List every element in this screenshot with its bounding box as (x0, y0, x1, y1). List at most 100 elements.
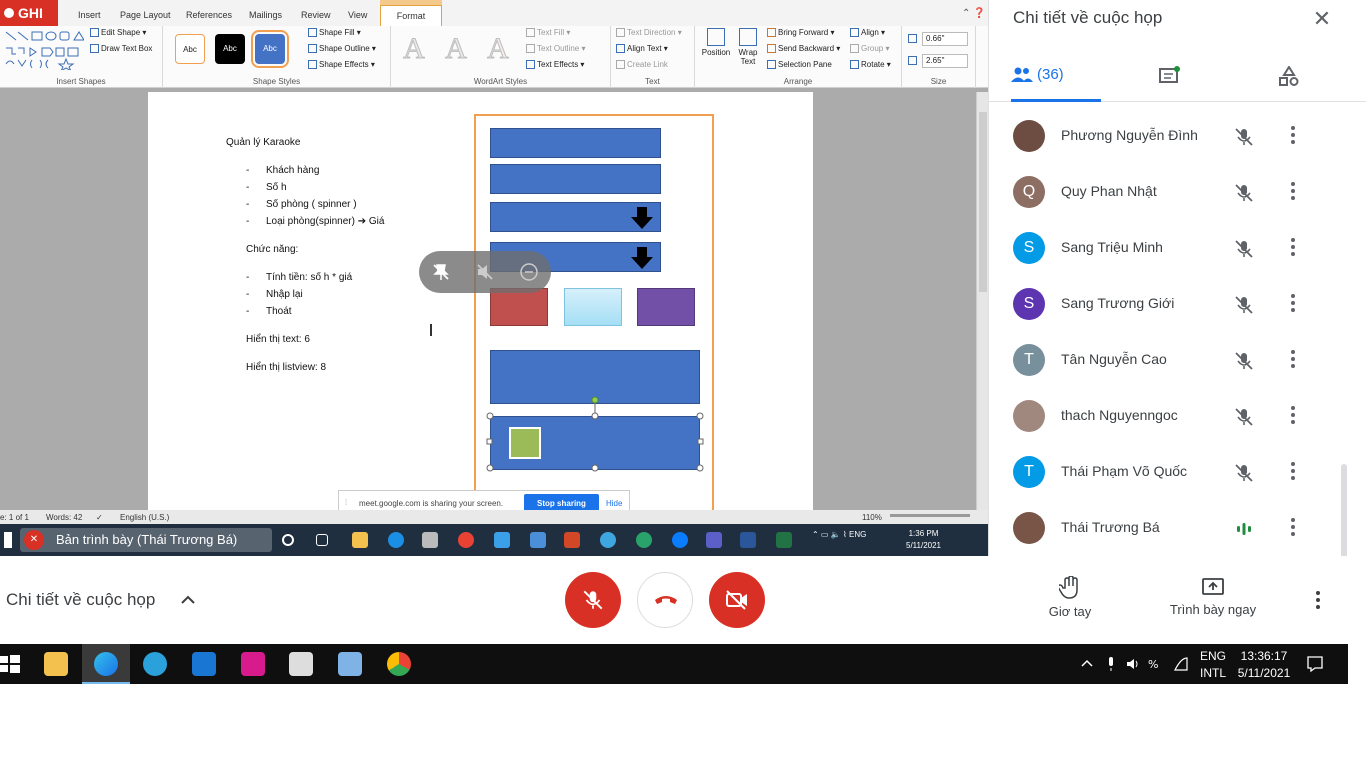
text-effects-button[interactable]: Text Effects ▾ (526, 60, 584, 70)
shape-fill-button[interactable]: Shape Fill ▾ (308, 28, 361, 38)
mockup-textbox-2[interactable] (490, 164, 661, 194)
tab-people[interactable]: (36) (1011, 50, 1101, 102)
hide-sharing-bar-button[interactable]: Hide (606, 499, 622, 508)
shape-style-black[interactable]: Abc (215, 34, 245, 64)
create-link-button[interactable]: Create Link (616, 60, 668, 70)
volume-icon[interactable] (1126, 656, 1140, 672)
text-direction-button[interactable]: Text Direction ▾ (616, 28, 682, 38)
more-options-icon[interactable] (1306, 590, 1330, 614)
app-icon[interactable] (338, 652, 362, 676)
wrap-text-button[interactable]: Wrap Text (735, 28, 761, 66)
text-outline-button[interactable]: Text Outline ▾ (526, 44, 586, 54)
participant-row[interactable]: T Thái Phạm Võ Quốc (989, 444, 1349, 500)
align-text-button[interactable]: Align Text ▾ (616, 44, 668, 54)
network-icon[interactable]: % (1148, 656, 1162, 672)
page-indicator[interactable]: e: 1 of 1 (0, 513, 29, 522)
position-button[interactable]: Position (699, 28, 733, 57)
participant-row[interactable]: S Sang Trương Giới (989, 276, 1349, 332)
clock[interactable]: 13:36:17 5/11/2021 (1234, 648, 1294, 682)
zoom-slider[interactable] (890, 514, 970, 517)
microphone-icon[interactable] (1104, 656, 1118, 672)
more-options-icon[interactable] (1283, 236, 1303, 260)
more-options-icon[interactable] (1283, 348, 1303, 372)
close-icon[interactable]: ✕ (1307, 4, 1337, 34)
tab-view[interactable]: View (348, 10, 367, 20)
tab-page-layout[interactable]: Page Layout (120, 10, 171, 20)
tab-chat[interactable] (1149, 50, 1189, 102)
mockup-button-purple[interactable] (637, 288, 695, 326)
toggle-mic-button[interactable] (565, 572, 621, 628)
draw-text-box-button[interactable]: Draw Text Box (90, 44, 152, 54)
shape-effects-button[interactable]: Shape Effects ▾ (308, 60, 375, 70)
chevron-up-icon[interactable] (1080, 656, 1094, 672)
mockup-frame[interactable] (474, 114, 714, 514)
participant-row[interactable]: Thái Trương Bá (989, 500, 1349, 556)
shapes-gallery-icon[interactable] (4, 30, 84, 70)
toggle-camera-button[interactable] (709, 572, 765, 628)
wifi-icon[interactable] (1174, 656, 1188, 672)
remove-icon[interactable] (519, 262, 539, 282)
language-indicator[interactable]: English (U.S.) (120, 513, 169, 522)
wordart-style-3[interactable]: A (483, 32, 513, 66)
mute-speaker-icon[interactable] (475, 262, 495, 282)
document-page[interactable]: Quản lý Karaoke Khách hàng Số h Số phòng… (148, 92, 813, 514)
wordart-style-1[interactable]: A (399, 32, 429, 66)
more-options-icon[interactable] (1283, 460, 1303, 484)
tab-mailings[interactable]: Mailings (249, 10, 282, 20)
bring-forward-button[interactable]: Bring Forward ▾ (767, 28, 835, 38)
mockup-button-lightblue[interactable] (564, 288, 622, 326)
document-text[interactable]: Quản lý Karaoke Khách hàng Số h Số phòng… (226, 134, 384, 376)
participant-row[interactable]: Q Quy Phan Nhật (989, 164, 1349, 220)
scroll-thumb[interactable] (979, 112, 987, 292)
mockup-spinner-1[interactable] (490, 202, 661, 232)
shape-width-input[interactable]: 2.65" (922, 54, 968, 68)
panel-scrollbar[interactable] (1341, 464, 1347, 556)
pin-off-icon[interactable] (431, 262, 451, 282)
edge-icon[interactable] (94, 652, 118, 676)
tab-references[interactable]: References (186, 10, 232, 20)
more-options-icon[interactable] (1283, 124, 1303, 148)
mockup-textbox-1[interactable] (490, 128, 661, 158)
participant-row[interactable]: Phương Nguyễn Đình (989, 108, 1349, 164)
raise-hand-button[interactable]: Giơ tay (1036, 576, 1104, 619)
present-now-button[interactable]: Trình bày ngay (1160, 576, 1266, 617)
leave-call-button[interactable] (637, 572, 693, 628)
tab-format[interactable]: Format (380, 5, 442, 27)
chrome-icon[interactable] (387, 652, 411, 676)
input-language[interactable]: ENG INTL (1200, 648, 1226, 682)
windows-start-icon[interactable] (0, 654, 20, 674)
selection-pane-button[interactable]: Selection Pane (767, 60, 832, 70)
participant-row[interactable]: S Sang Triệu Minh (989, 220, 1349, 276)
chevron-up-icon[interactable] (180, 592, 196, 608)
presenting-banner[interactable]: ✕ Bản trình bày (Thái Trương Bá) (20, 528, 272, 552)
more-options-icon[interactable] (1283, 404, 1303, 428)
mail-icon[interactable] (192, 652, 216, 676)
participant-row[interactable]: T Tân Nguyễn Cao (989, 332, 1349, 388)
app-icon[interactable] (241, 652, 265, 676)
shape-outline-button[interactable]: Shape Outline ▾ (308, 44, 376, 54)
participant-row[interactable]: thach Nguyenngoc (989, 388, 1349, 444)
drag-handle-icon[interactable]: ⁞ (345, 498, 347, 507)
tab-review[interactable]: Review (301, 10, 331, 20)
telegram-icon[interactable] (143, 652, 167, 676)
edit-shape-button[interactable]: Edit Shape ▾ (90, 28, 146, 38)
notifications-icon[interactable] (1306, 655, 1324, 673)
group-button[interactable]: Group ▾ (850, 44, 889, 54)
mockup-button-red[interactable] (490, 288, 548, 326)
word-count[interactable]: Words: 42 (46, 513, 82, 522)
more-options-icon[interactable] (1283, 292, 1303, 316)
proofing-icon[interactable]: ✓ (96, 513, 103, 522)
shape-height-input[interactable]: 0.66" (922, 32, 968, 46)
meeting-details-button[interactable]: Chi tiết về cuộc họp (6, 590, 155, 610)
store-icon[interactable] (289, 652, 313, 676)
tab-insert[interactable]: Insert (78, 10, 101, 20)
more-options-icon[interactable] (1283, 516, 1303, 540)
text-fill-button[interactable]: Text Fill ▾ (526, 28, 570, 38)
send-backward-button[interactable]: Send Backward ▾ (767, 44, 840, 54)
selection-handles[interactable] (486, 396, 706, 474)
vertical-scrollbar[interactable] (976, 92, 988, 510)
align-button[interactable]: Align ▾ (850, 28, 885, 38)
more-options-icon[interactable] (1283, 180, 1303, 204)
shape-style-blue[interactable]: Abc (251, 30, 289, 68)
zoom-level[interactable]: 110% (862, 513, 882, 522)
